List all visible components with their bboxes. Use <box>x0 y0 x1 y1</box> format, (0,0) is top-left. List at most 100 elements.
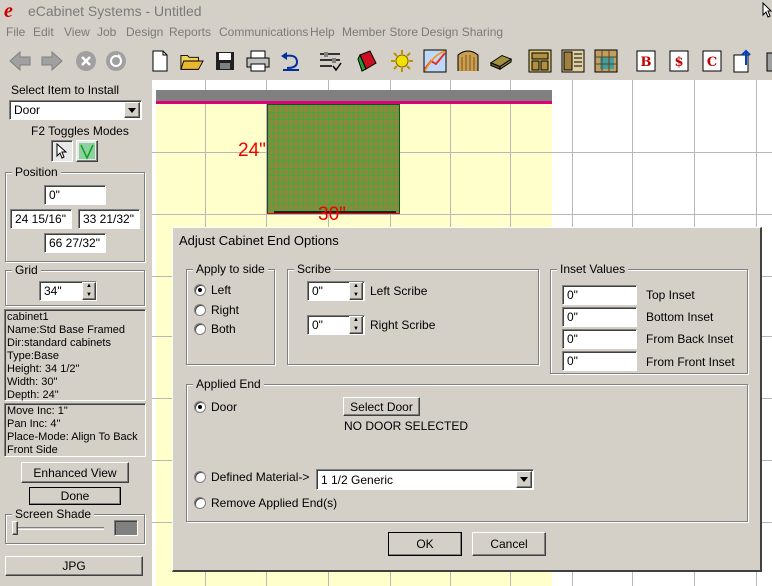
menu-view[interactable]: View <box>64 25 90 39</box>
cost-icon[interactable]: $ <box>667 49 691 73</box>
radio-defined-material-label[interactable]: Defined Material-> <box>211 470 309 484</box>
chevron-down-icon[interactable] <box>516 471 532 488</box>
cabinet-plan[interactable] <box>267 104 400 214</box>
grid-spinner[interactable]: ▲ ▼ <box>82 282 96 300</box>
radio-remove-applied-end-label[interactable]: Remove Applied End(s) <box>211 496 337 510</box>
info-line: Pan Inc: 4" <box>7 418 61 430</box>
chevron-down-icon[interactable] <box>124 102 140 118</box>
paint-icon[interactable] <box>356 49 380 73</box>
ok-button[interactable]: OK <box>388 532 462 556</box>
inset-values-label: Inset Values <box>557 262 629 276</box>
cabinet-icon[interactable] <box>528 49 552 73</box>
left-scribe-spinner[interactable]: ▲ ▼ <box>349 282 363 300</box>
chart-icon[interactable] <box>423 49 447 73</box>
top-inset-input[interactable]: 0" <box>562 285 637 305</box>
export-icon[interactable] <box>732 49 756 73</box>
adjust-cabinet-end-dialog: Adjust Cabinet End Options Apply to side… <box>172 227 762 572</box>
position-y-field[interactable]: 33 21/32" <box>78 209 140 229</box>
left-panel: Select Item to Install Door F2 Toggles M… <box>0 80 150 586</box>
info-line: Front Side <box>7 444 58 456</box>
from-front-inset-input[interactable]: 0" <box>562 351 637 371</box>
select-item-label: Select Item to Install <box>11 83 120 97</box>
radio-both-label[interactable]: Both <box>211 322 236 336</box>
menu-member-store[interactable]: Member Store <box>342 25 418 39</box>
menu-communications[interactable]: Communications <box>219 25 308 39</box>
board-icon[interactable] <box>489 49 513 73</box>
screen-shade-swatch[interactable] <box>114 520 138 536</box>
checkmark-icon <box>79 143 95 160</box>
radio-door[interactable] <box>194 401 206 413</box>
title-bar: e eCabinet Systems - Untitled <box>0 0 772 22</box>
info-line: Height: 34 1/2" <box>7 363 80 375</box>
material-value: 1 1/2 Generic <box>321 473 394 487</box>
cancel-button[interactable]: Cancel <box>472 532 546 556</box>
save-icon[interactable] <box>213 49 237 73</box>
info-line: Width: 30" <box>7 376 58 388</box>
f2-toggle-label: F2 Toggles Modes <box>31 124 129 138</box>
right-scribe-spinner[interactable]: ▲ ▼ <box>349 316 363 334</box>
draw-mode-button[interactable] <box>76 140 98 162</box>
menu-design[interactable]: Design <box>126 25 163 39</box>
done-button[interactable]: Done <box>29 487 121 505</box>
radio-door-label[interactable]: Door <box>211 400 237 414</box>
menu-file[interactable]: File <box>6 25 25 39</box>
radio-remove-applied-end[interactable] <box>194 497 206 509</box>
refresh-icon[interactable] <box>104 49 128 73</box>
width-dimension-label: 30" <box>318 204 346 225</box>
radio-right[interactable] <box>194 304 206 316</box>
radio-defined-material[interactable] <box>194 471 206 483</box>
door-icon[interactable] <box>456 49 480 73</box>
new-file-icon[interactable] <box>148 49 172 73</box>
position-height-field[interactable]: 66 27/32" <box>44 233 106 253</box>
radio-left-label[interactable]: Left <box>211 283 231 297</box>
material-dropdown[interactable]: 1 1/2 Generic <box>316 469 534 490</box>
cabinet-list-icon[interactable] <box>561 49 585 73</box>
menu-help[interactable]: Help <box>310 25 335 39</box>
trash-icon[interactable] <box>760 49 772 73</box>
bottom-inset-label: Bottom Inset <box>646 310 714 324</box>
increment-info-panel: Move Inc: 1" Pan Inc: 4" Place-Mode: Ali… <box>4 403 146 457</box>
screen-shade-slider-thumb[interactable] <box>12 521 18 535</box>
print-icon[interactable] <box>246 49 270 73</box>
dialog-title: Adjust Cabinet End Options <box>179 233 339 248</box>
menu-reports[interactable]: Reports <box>169 25 211 39</box>
svg-text:C: C <box>707 55 717 70</box>
info-line: Depth: 24" <box>7 389 59 401</box>
bill-icon[interactable]: B <box>634 49 658 73</box>
radio-both[interactable] <box>194 323 206 335</box>
screen-shade-label: Screen Shade <box>12 507 95 521</box>
select-door-button[interactable]: Select Door <box>343 397 420 416</box>
cabinet-info-panel: cabinet1 Name:Std Base Framed Dir:standa… <box>4 309 146 401</box>
menu-bar: File Edit View Job Design Reports Commun… <box>0 24 772 42</box>
radio-left[interactable] <box>194 284 206 296</box>
select-item-dropdown[interactable]: Door <box>9 100 142 120</box>
select-mode-button[interactable] <box>51 140 73 162</box>
position-z-field[interactable]: 0" <box>44 185 106 205</box>
bottom-inset-input[interactable]: 0" <box>562 307 637 327</box>
undo-icon[interactable] <box>279 49 303 73</box>
enhanced-view-button[interactable]: Enhanced View <box>21 462 129 483</box>
toolbar: B $ C <box>0 44 772 78</box>
screen-shade-slider[interactable] <box>12 527 104 530</box>
menu-design-sharing[interactable]: Design Sharing <box>421 25 503 39</box>
light-icon[interactable] <box>390 49 414 73</box>
menu-edit[interactable]: Edit <box>33 25 54 39</box>
forward-icon[interactable] <box>40 49 64 73</box>
right-scribe-label: Right Scribe <box>370 318 436 332</box>
radio-right-label[interactable]: Right <box>211 303 239 317</box>
apply-to-side-label: Apply to side <box>193 262 268 276</box>
from-back-inset-input[interactable]: 0" <box>562 329 637 349</box>
settings-icon[interactable] <box>318 49 342 73</box>
scribe-label: Scribe <box>294 262 335 276</box>
back-icon[interactable] <box>8 49 32 73</box>
menu-job[interactable]: Job <box>97 25 116 39</box>
stop-icon[interactable] <box>74 49 98 73</box>
cutlist-icon[interactable]: C <box>700 49 724 73</box>
info-line: Place-Mode: Align To Back <box>7 431 138 443</box>
grid-icon[interactable] <box>594 49 618 73</box>
open-folder-icon[interactable] <box>180 49 204 73</box>
info-line: Move Inc: 1" <box>7 405 68 417</box>
jpg-button[interactable]: JPG <box>5 556 143 576</box>
pointer-icon <box>56 143 68 159</box>
position-x-field[interactable]: 24 15/16" <box>10 209 72 229</box>
